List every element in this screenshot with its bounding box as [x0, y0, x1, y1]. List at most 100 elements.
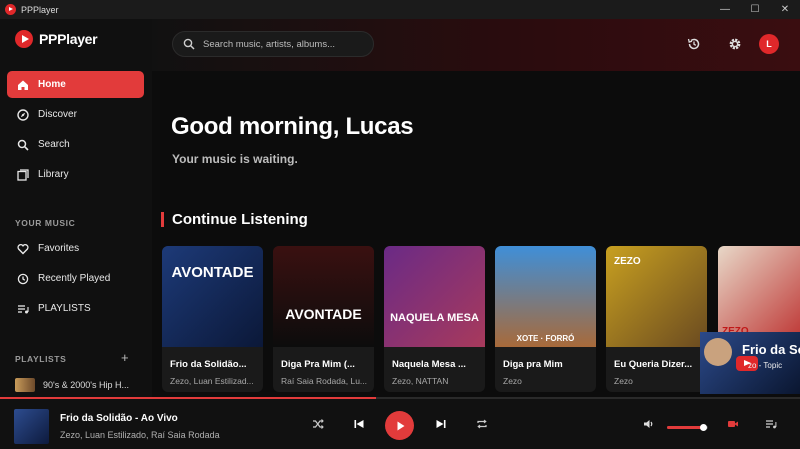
- search-icon: [183, 38, 195, 50]
- shuffle-button[interactable]: [311, 417, 325, 431]
- library-icon: [17, 168, 29, 181]
- now-playing-art[interactable]: [14, 409, 49, 444]
- play-button[interactable]: [385, 411, 414, 440]
- play-icon: [397, 421, 404, 430]
- video-thumbnail-face: [704, 338, 732, 366]
- album-card[interactable]: ZEZO Eu Queria Dizer... Zezo: [606, 246, 707, 392]
- card-title: Eu Queria Dizer...: [614, 359, 693, 370]
- album-art-text: AVONTADE: [171, 264, 254, 281]
- nav-library-label: Library: [38, 169, 69, 180]
- repeat-icon: [477, 419, 487, 429]
- search-input[interactable]: Search music, artists, albums...: [172, 31, 374, 57]
- playlist-icon: [17, 303, 29, 315]
- heart-icon: [17, 243, 29, 255]
- repeat-button[interactable]: [475, 417, 489, 431]
- main-content: Search music, artists, albums... L Good …: [152, 19, 800, 397]
- mini-video-subtitle: zo - Topic: [748, 361, 783, 370]
- nav-playlists[interactable]: PLAYLISTS: [7, 295, 144, 322]
- nav-home[interactable]: Home: [7, 71, 144, 98]
- volume-slider[interactable]: [667, 424, 708, 431]
- playlists-heading: PLAYLISTS: [15, 354, 67, 364]
- previous-button[interactable]: [352, 417, 366, 431]
- avatar[interactable]: L: [759, 34, 779, 54]
- mini-video-preview[interactable]: Frio da Sol zo - Topic: [700, 332, 800, 394]
- album-art-text: NAQUELA MESA: [390, 312, 479, 324]
- nav-discover[interactable]: Discover: [7, 101, 144, 128]
- window-controls: — ☐ ✕: [710, 0, 800, 19]
- album-art: XOTE · FORRÓ: [495, 246, 596, 347]
- page-title: Good morning, Lucas: [171, 113, 414, 140]
- section-title: Continue Listening: [172, 211, 308, 228]
- video-icon: [728, 421, 738, 427]
- volume-handle[interactable]: [700, 424, 708, 431]
- history-button[interactable]: [686, 36, 702, 52]
- gear-icon: [729, 38, 741, 50]
- search-icon: [17, 139, 29, 151]
- album-card[interactable]: AVONTADE Frio da Solidão... Zezo, Luan E…: [162, 246, 263, 392]
- card-title: Frio da Solidão...: [170, 359, 247, 370]
- playlist-item[interactable]: 90's & 2000's Hip H...: [15, 378, 129, 392]
- brand-name: PPPlayer: [39, 31, 98, 47]
- nav-search[interactable]: Search: [7, 131, 144, 158]
- section-accent: [161, 212, 164, 227]
- card-artist: Zezo, NATTAN: [392, 376, 449, 386]
- nav-favorites-label: Favorites: [38, 243, 80, 254]
- next-button[interactable]: [434, 417, 448, 431]
- playlist-item-label: 90's & 2000's Hip H...: [43, 380, 129, 390]
- brand[interactable]: PPPlayer: [15, 30, 98, 48]
- nav-favorites[interactable]: Favorites: [7, 235, 144, 262]
- app-icon: [5, 4, 16, 15]
- album-art-text: XOTE · FORRÓ: [516, 334, 575, 343]
- now-playing-title[interactable]: Frio da Solidão - Ao Vivo: [60, 413, 178, 424]
- title-bar: PPPlayer — ☐ ✕: [0, 0, 800, 19]
- minimize-button[interactable]: —: [710, 0, 740, 19]
- volume-button[interactable]: [642, 417, 656, 431]
- volume-fill: [667, 426, 704, 429]
- album-card[interactable]: NAQUELA MESA Naquela Mesa ... Zezo, NATT…: [384, 246, 485, 392]
- album-art: NAQUELA MESA: [384, 246, 485, 347]
- shuffle-icon: [313, 419, 324, 429]
- album-card[interactable]: XOTE · FORRÓ Diga pra Mim Zezo: [495, 246, 596, 392]
- add-playlist-button[interactable]: +: [121, 350, 129, 365]
- nav-discover-label: Discover: [38, 109, 77, 120]
- album-art-text: ZEZO: [614, 256, 641, 267]
- card-title: Diga pra Mim: [503, 359, 563, 370]
- queue-button[interactable]: [764, 417, 778, 431]
- history-icon: [17, 273, 29, 285]
- album-card[interactable]: AVONTADE Diga Pra Mim (... Raí Saia Roda…: [273, 246, 374, 392]
- album-art: AVONTADE: [273, 246, 374, 347]
- nav-search-label: Search: [38, 139, 70, 150]
- page-subtitle: Your music is waiting.: [172, 152, 298, 166]
- your-music-heading: YOUR MUSIC: [15, 218, 76, 228]
- logo-icon: [15, 30, 33, 48]
- settings-button[interactable]: [727, 36, 743, 52]
- nav-library[interactable]: Library: [7, 161, 144, 188]
- queue-icon: [766, 420, 777, 429]
- close-button[interactable]: ✕: [770, 0, 800, 19]
- album-art-text: AVONTADE: [285, 306, 362, 322]
- home-icon: [17, 79, 29, 91]
- nav-playlists-label: PLAYLISTS: [38, 303, 91, 314]
- maximize-button[interactable]: ☐: [740, 0, 770, 19]
- card-artist: Zezo: [503, 376, 522, 386]
- mini-video-title: Frio da Sol: [742, 342, 800, 357]
- now-playing-artist[interactable]: Zezo, Luan Estilizado, Raí Saia Rodada: [60, 430, 220, 440]
- player-bar: Frio da Solidão - Ao Vivo Zezo, Luan Est…: [0, 399, 800, 449]
- card-title: Diga Pra Mim (...: [281, 359, 355, 370]
- skip-forward-icon: [436, 420, 446, 428]
- sidebar: PPPlayer Home Discover Search Library YO…: [0, 19, 152, 397]
- volume-icon: [644, 420, 653, 428]
- nav-recently-played-label: Recently Played: [38, 273, 111, 284]
- video-button[interactable]: [726, 417, 740, 431]
- nav-recently-played[interactable]: Recently Played: [7, 265, 144, 292]
- album-art: AVONTADE: [162, 246, 263, 347]
- compass-icon: [17, 108, 29, 121]
- history-icon: [687, 38, 700, 50]
- window-title: PPPlayer: [21, 4, 59, 15]
- card-title: Naquela Mesa ...: [392, 359, 466, 370]
- card-artist: Zezo: [614, 376, 633, 386]
- nav-home-label: Home: [38, 79, 66, 90]
- album-art: ZEZO: [606, 246, 707, 347]
- card-artist: Raí Saia Rodada, Lu...: [281, 376, 368, 386]
- playlist-thumbnail: [15, 378, 35, 392]
